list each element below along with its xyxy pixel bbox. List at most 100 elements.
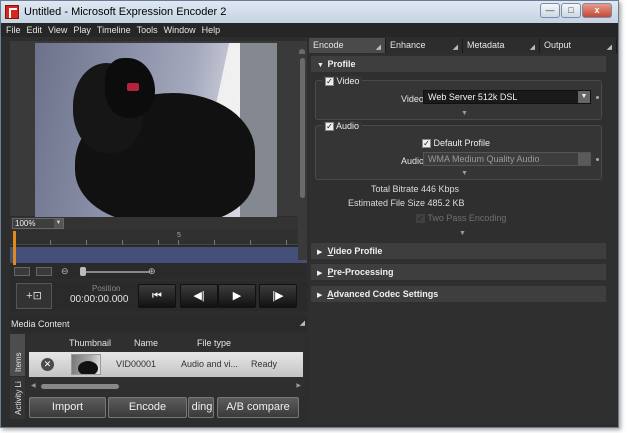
table-row[interactable]: ✕ VID00001 Audio and vi... Ready xyxy=(29,352,303,377)
menu-timeline[interactable]: Timeline xyxy=(97,25,131,35)
expand-icon[interactable]: ▼ xyxy=(461,170,468,177)
scroll-left-icon[interactable]: ◀ xyxy=(31,382,36,389)
default-profile-label: Default Profile xyxy=(433,138,491,148)
video-checkbox[interactable]: ✓ xyxy=(325,77,334,87)
options-dot-icon[interactable] xyxy=(596,96,599,99)
audio-group-label: Audio xyxy=(336,121,360,131)
maximize-button[interactable]: □ xyxy=(561,3,581,18)
timeline-zoom-slider[interactable] xyxy=(80,271,150,273)
video-profile-select[interactable]: Web Server 512k DSL ▼ xyxy=(423,90,591,104)
video-preview[interactable] xyxy=(10,41,307,217)
timeline-mode-button[interactable] xyxy=(36,267,52,276)
tab-activity-list[interactable]: Activity Li xyxy=(10,377,25,419)
pre-processing-section-header[interactable]: ▶ Pre-Processing xyxy=(311,264,606,280)
default-profile-checkbox[interactable]: ✓ xyxy=(422,139,431,149)
column-file-type[interactable]: File type xyxy=(197,338,231,348)
video-profile-value: Web Server 512k DSL xyxy=(428,92,518,102)
scrollbar-thumb[interactable] xyxy=(41,384,119,389)
item-name: VID00001 xyxy=(116,359,157,369)
audio-checkbox[interactable]: ✓ xyxy=(325,122,334,132)
encode-panel-scrollbar[interactable] xyxy=(298,54,307,260)
video-profile-section-header[interactable]: ▶ Video Profile xyxy=(311,243,606,259)
go-to-start-button[interactable]: ⏮ xyxy=(138,284,176,308)
video-row-label: Video xyxy=(401,94,424,104)
menu-edit[interactable]: Edit xyxy=(27,25,43,35)
minimize-button[interactable]: — xyxy=(540,3,560,18)
column-thumbnail[interactable]: Thumbnail xyxy=(69,338,111,348)
two-pass-option: ✓ Two Pass Encoding xyxy=(416,213,506,224)
play-button[interactable]: ▶ xyxy=(218,284,256,308)
timeline-track[interactable] xyxy=(10,247,307,263)
add-marker-icon[interactable]: +⊡ xyxy=(16,283,52,309)
media-content-header: Media Content ◢ xyxy=(10,317,307,331)
expand-icon[interactable]: ▼ xyxy=(461,110,468,117)
tab-items[interactable]: Items xyxy=(10,334,25,376)
timeline[interactable]: 5 xyxy=(10,231,307,265)
ab-compare-button[interactable]: A/B compare xyxy=(217,397,299,418)
timeline-view-button[interactable] xyxy=(14,267,30,276)
menu-view[interactable]: View xyxy=(48,25,67,35)
horizontal-scrollbar[interactable]: ◀ ▶ xyxy=(31,382,301,390)
tab-encode[interactable]: Encode ◢ xyxy=(309,38,386,53)
zoom-in-icon[interactable]: ⊕ xyxy=(148,266,156,277)
collapse-arrow-icon: ▼ xyxy=(317,62,324,69)
tab-metadata[interactable]: Metadata ◢ xyxy=(463,38,540,53)
expand-icon[interactable]: ▼ xyxy=(459,230,466,237)
chevron-down-icon[interactable] xyxy=(578,153,590,165)
close-button[interactable]: x xyxy=(582,3,612,18)
menu-file[interactable]: File xyxy=(6,25,21,35)
options-dot-icon[interactable] xyxy=(596,158,599,161)
step-forward-button[interactable]: |▶ xyxy=(259,284,297,308)
slider-thumb[interactable] xyxy=(80,267,86,276)
window-controls: — □ x xyxy=(540,3,612,18)
advanced-codec-section-header[interactable]: ▶ Advanced Codec Settings xyxy=(311,286,606,302)
remove-item-icon[interactable]: ✕ xyxy=(41,358,54,371)
tab-enhance[interactable]: Enhance ◢ xyxy=(386,38,463,53)
hidden-button[interactable]: ding xyxy=(188,397,214,418)
position-label: Position xyxy=(92,284,121,293)
position-value: 00:00:00.000 xyxy=(70,294,129,305)
tab-enhance-label: Enhance xyxy=(390,40,426,50)
viewer-zoom-row: 100% ▼ xyxy=(10,217,307,230)
profile-section-header[interactable]: ▼ Profile xyxy=(311,56,606,72)
tab-encode-label: Encode xyxy=(313,40,344,50)
tab-items-label: Items xyxy=(14,352,23,372)
audio-row-label: Audio xyxy=(401,156,425,166)
pin-icon[interactable]: ◢ xyxy=(530,40,535,55)
video-profile-header-label: Video Profile xyxy=(327,246,383,256)
pin-icon[interactable]: ◢ xyxy=(300,317,305,331)
tab-metadata-label: Metadata xyxy=(467,40,505,50)
audio-profile-select[interactable]: WMA Medium Quality Audio xyxy=(423,152,591,166)
zoom-out-icon[interactable]: ⊖ xyxy=(61,266,69,277)
audio-group: ✓ Audio ✓ Default Profile Audio WMA Medi… xyxy=(315,121,602,180)
timeline-ruler: 5 xyxy=(10,231,307,245)
menu-play[interactable]: Play xyxy=(73,25,91,35)
zoom-select[interactable]: 100% ▼ xyxy=(12,218,64,229)
menu-tools[interactable]: Tools xyxy=(137,25,158,35)
import-button[interactable]: Import xyxy=(29,397,106,418)
chevron-down-icon[interactable]: ▼ xyxy=(54,219,63,228)
item-status: Ready xyxy=(251,359,278,369)
media-items-table: Thumbnail Name File type ✕ VID00001 Audi… xyxy=(27,334,305,396)
ruler-label: 5 xyxy=(177,232,181,239)
tab-activity-label: Activity Li xyxy=(14,381,23,415)
column-name[interactable]: Name xyxy=(134,338,158,348)
playhead[interactable] xyxy=(13,231,16,265)
expand-arrow-icon: ▶ xyxy=(317,249,323,256)
step-back-button[interactable]: ◀| xyxy=(180,284,218,308)
encode-button[interactable]: Encode xyxy=(108,397,187,418)
menu-window[interactable]: Window xyxy=(164,25,196,35)
tab-output[interactable]: Output ◢ xyxy=(540,38,617,53)
chevron-down-icon[interactable]: ▼ xyxy=(578,91,590,103)
two-pass-checkbox[interactable]: ✓ xyxy=(416,214,425,224)
pin-icon[interactable]: ◢ xyxy=(453,40,458,55)
menu-help[interactable]: Help xyxy=(202,25,221,35)
window-title: Untitled - Microsoft Expression Encoder … xyxy=(24,6,227,18)
transport-controls: +⊡ Position 00:00:00.000 ⏮ ◀| ▶ |▶ xyxy=(10,281,307,311)
video-group: ✓ Video Video Web Server 512k DSL ▼ ▼ xyxy=(315,76,602,120)
scrollbar-thumb[interactable] xyxy=(300,58,305,198)
video-frame-image xyxy=(35,43,277,217)
pin-icon[interactable]: ◢ xyxy=(607,40,612,55)
pin-icon[interactable]: ◢ xyxy=(376,40,381,55)
scroll-right-icon[interactable]: ▶ xyxy=(296,382,301,389)
